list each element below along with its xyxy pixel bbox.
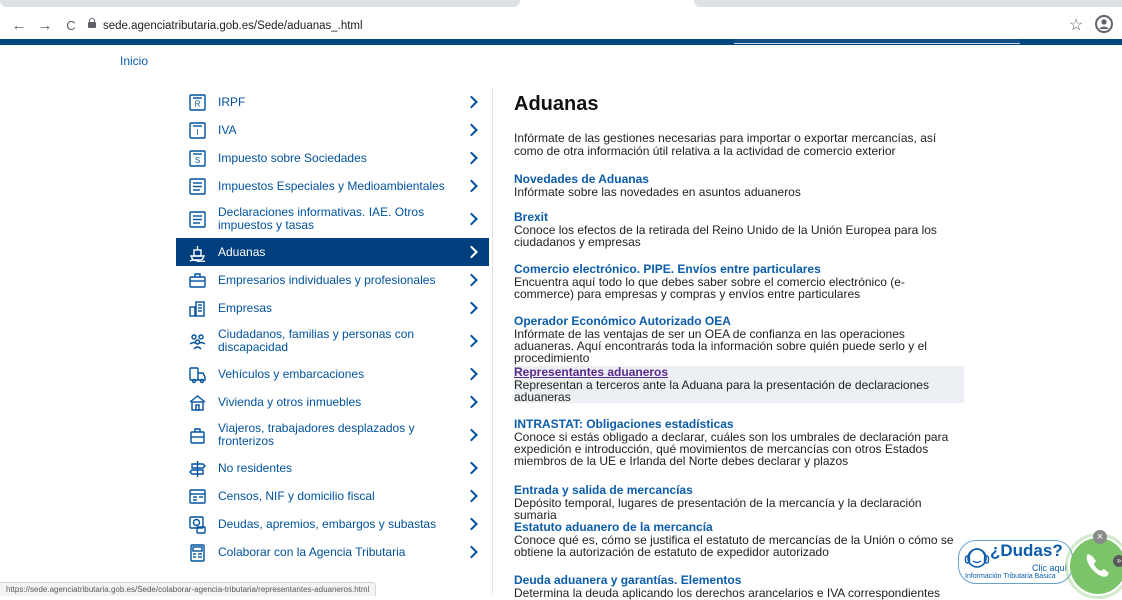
status-bar-url: https://sede.agenciatributaria.gob.es/Se… bbox=[0, 582, 377, 596]
assistant-icon bbox=[964, 548, 990, 568]
sidebar-item-no-residentes[interactable]: No residentes bbox=[176, 454, 489, 482]
sidebar-menu: R IRPF I IVA S Impuesto sobre Sociedades Impue… bbox=[176, 88, 489, 566]
sidebar-item-censos[interactable]: Censos, NIF y domicilio fiscal bbox=[176, 482, 489, 510]
sidebar-item-irpf[interactable]: R IRPF bbox=[176, 88, 489, 116]
iva-icon: I bbox=[188, 121, 207, 140]
bookmark-star-icon[interactable]: ☆ bbox=[1069, 15, 1083, 35]
content-entry: Deuda aduanera y garantías. Elementos Det… bbox=[514, 574, 964, 600]
irpf-icon: R bbox=[188, 93, 207, 112]
sidebar-item-impuestos-especiales[interactable]: Impuestos Especiales y Medioambientales bbox=[176, 172, 489, 200]
sidebar-item-aduanas[interactable]: Aduanas bbox=[176, 238, 489, 266]
entry-description: Infórmate sobre las novedades en asuntos… bbox=[514, 185, 801, 199]
content-entry: Comercio electrónico. PIPE. Envíos entre… bbox=[514, 263, 964, 301]
sidebar-item-label: Vehículos y embarcaciones bbox=[218, 366, 365, 381]
browser-tab[interactable] bbox=[694, 0, 1122, 7]
entry-description: Conoce si estás obligado a declarar, cuá… bbox=[514, 430, 949, 468]
svg-text:R: R bbox=[195, 99, 201, 108]
help-subtitle: Información Tributaria Básica bbox=[965, 573, 1056, 580]
page-title: Aduanas bbox=[514, 93, 599, 115]
content-entry: Entrada y salida de mercancías Depósito t… bbox=[514, 484, 964, 522]
entry-description: Determina la deuda aplicando los derecho… bbox=[514, 586, 941, 600]
expand-widget-icon[interactable]: » bbox=[1113, 555, 1122, 567]
vivienda-icon bbox=[188, 393, 207, 412]
site-header-bar bbox=[0, 39, 1122, 45]
sidebar-item-sociedades[interactable]: S Impuesto sobre Sociedades bbox=[176, 144, 489, 172]
empresas-icon bbox=[188, 299, 207, 318]
sidebar-item-ciudadanos[interactable]: Ciudadanos, familias y personas con disc… bbox=[176, 322, 489, 360]
reload-icon[interactable]: C bbox=[62, 17, 80, 35]
sidebar-item-declaraciones[interactable]: Declaraciones informativas. IAE. Otros i… bbox=[176, 200, 489, 238]
entry-description: Depósito temporal, lugares de presentaci… bbox=[514, 496, 922, 522]
declaraciones-icon bbox=[188, 210, 207, 229]
address-bar[interactable]: sede.agenciatributaria.gob.es/Sede/aduan… bbox=[88, 15, 728, 37]
sidebar-item-label: IVA bbox=[218, 122, 237, 137]
ciudadanos-icon bbox=[188, 332, 207, 351]
sidebar-item-label: No residentes bbox=[218, 460, 293, 475]
vehiculos-icon bbox=[188, 365, 207, 384]
help-cta[interactable]: Clic aquí bbox=[1032, 563, 1067, 573]
main-content: Aduanas Infórmate de las gestiones neces… bbox=[514, 88, 964, 158]
entry-description: Conoce qué es, cómo se justifica el esta… bbox=[514, 533, 954, 559]
entry-description: Encuentra aquí todo lo que debes saber s… bbox=[514, 275, 905, 301]
sidebar-item-vehiculos[interactable]: Vehículos y embarcaciones bbox=[176, 360, 489, 388]
sidebar-item-label: Deudas, apremios, embargos y subastas bbox=[218, 516, 437, 531]
sidebar-item-empresarios[interactable]: Empresarios individuales y profesionales bbox=[176, 266, 489, 294]
empresarios-icon bbox=[188, 271, 207, 290]
sociedades-icon: S bbox=[188, 149, 207, 168]
entry-description: Infórmate de las ventajas de ser un OEA … bbox=[514, 327, 927, 365]
colaborar-icon bbox=[188, 543, 207, 562]
sidebar-item-label: Colaborar con la Agencia Tributaria bbox=[218, 544, 406, 559]
sidebar-item-empresas[interactable]: Empresas bbox=[176, 294, 489, 322]
sidebar-item-label: Empresarios individuales y profesionales bbox=[218, 272, 436, 287]
content-entry: INTRASTAT: Obligaciones estadísticas Cono… bbox=[514, 418, 964, 468]
svg-text:S: S bbox=[195, 156, 200, 165]
impuestos-especiales-icon bbox=[188, 177, 207, 196]
back-icon[interactable]: ← bbox=[10, 17, 28, 35]
content-entry: Brexit Conoce los efectos de la retirada … bbox=[514, 211, 964, 249]
sidebar-item-label: IRPF bbox=[218, 94, 246, 109]
close-widget-icon[interactable]: × bbox=[1093, 530, 1107, 544]
entry-description: Representan a terceros ante la Aduana pa… bbox=[514, 378, 929, 404]
content-entry: Estatuto aduanero de la mercancía Conoce … bbox=[514, 521, 964, 559]
call-ring bbox=[1065, 533, 1122, 599]
sidebar-item-label: Viajeros, trabajadores desplazados y fro… bbox=[218, 421, 415, 448]
aduanas-icon bbox=[188, 243, 207, 262]
entry-description: Conoce los efectos de la retirada del Re… bbox=[514, 223, 937, 249]
menu-divider bbox=[492, 88, 493, 595]
lock-icon bbox=[88, 18, 96, 29]
sidebar-item-label: Censos, NIF y domicilio fiscal bbox=[218, 488, 375, 503]
sidebar-item-iva[interactable]: I IVA bbox=[176, 116, 489, 144]
svg-text:I: I bbox=[196, 128, 198, 137]
help-widget[interactable]: ¿Dudas? Clic aquí Información Tributaria… bbox=[958, 540, 1073, 584]
tab-strip bbox=[0, 0, 1122, 8]
sidebar-item-label: Impuesto sobre Sociedades bbox=[218, 150, 367, 165]
breadcrumb-inicio[interactable]: Inicio bbox=[120, 54, 148, 68]
sidebar-item-vivienda[interactable]: Vivienda y otros inmuebles bbox=[176, 388, 489, 416]
forward-icon[interactable]: → bbox=[36, 17, 54, 35]
censos-icon bbox=[188, 487, 207, 506]
content-entry: Operador Económico Autorizado OEA Infórma… bbox=[514, 315, 964, 365]
header-search-area[interactable] bbox=[734, 39, 1020, 44]
sidebar-item-label: Aduanas bbox=[218, 244, 266, 259]
call-button[interactable] bbox=[1065, 533, 1122, 599]
deudas-icon bbox=[188, 515, 207, 534]
sidebar-item-label: Ciudadanos, familias y personas con disc… bbox=[218, 327, 415, 354]
sidebar-item-label: Vivienda y otros inmuebles bbox=[218, 394, 362, 409]
sidebar-item-colaborar[interactable]: Colaborar con la Agencia Tributaria bbox=[176, 538, 489, 566]
browser-chrome: ← → C sede.agenciatributaria.gob.es/Sede… bbox=[0, 0, 1122, 44]
page-intro: Infórmate de las gestiones necesarias pa… bbox=[514, 131, 937, 158]
url-text: sede.agenciatributaria.gob.es/Sede/aduan… bbox=[103, 20, 363, 32]
browser-tab[interactable] bbox=[0, 0, 520, 7]
sidebar-item-viajeros[interactable]: Viajeros, trabajadores desplazados y fro… bbox=[176, 416, 489, 454]
sidebar-item-label: Empresas bbox=[218, 300, 273, 315]
content-entry: Novedades de Aduanas Infórmate sobre las … bbox=[514, 173, 964, 199]
account-icon[interactable] bbox=[1095, 15, 1113, 33]
sidebar-item-label: Impuestos Especiales y Medioambientales bbox=[218, 178, 445, 193]
sidebar-item-deudas[interactable]: Deudas, apremios, embargos y subastas bbox=[176, 510, 489, 538]
help-question: ¿Dudas? bbox=[990, 541, 1063, 560]
content-entry: Representantes aduaneros Representan a te… bbox=[514, 366, 964, 403]
sidebar-item-label: Declaraciones informativas. IAE. Otros i… bbox=[218, 205, 425, 232]
no-residentes-icon bbox=[188, 459, 207, 478]
viajeros-icon bbox=[188, 426, 207, 445]
